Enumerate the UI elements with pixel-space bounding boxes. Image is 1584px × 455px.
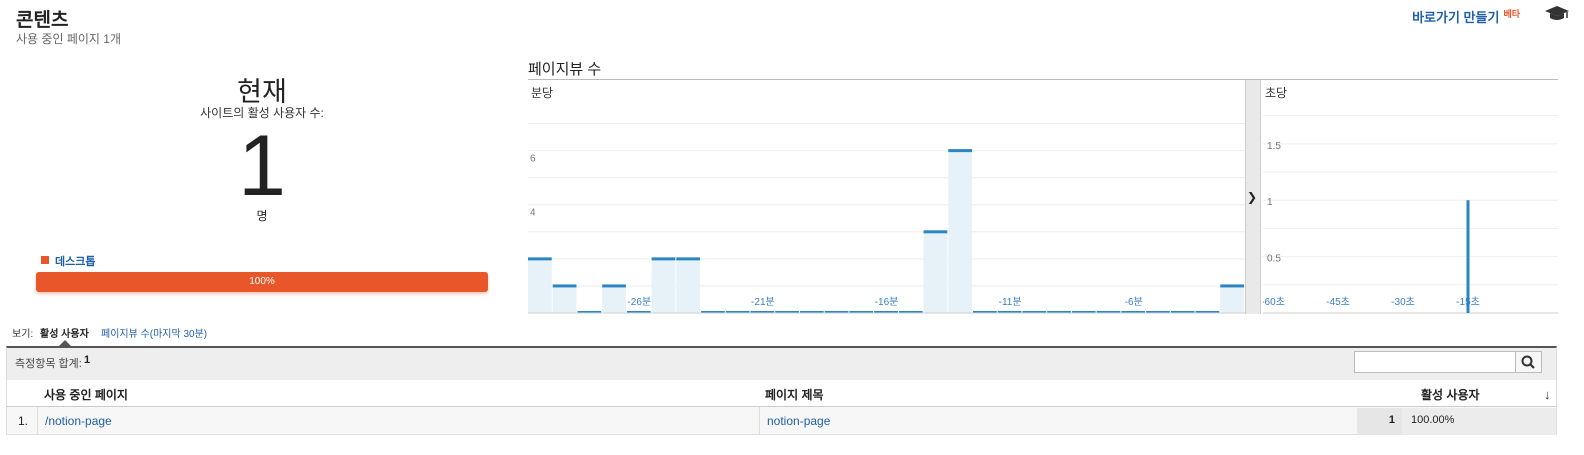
column-header-page[interactable]: 사용 중인 페이지 xyxy=(44,386,128,403)
page-subtitle: 사용 중인 페이지 1개 xyxy=(16,32,121,46)
graduation-cap-icon[interactable] xyxy=(1544,4,1570,22)
page-title: 콘텐츠 xyxy=(16,10,69,31)
summary-bar xyxy=(6,346,1557,380)
bar xyxy=(923,231,948,313)
row-cell-divider xyxy=(759,407,760,435)
search-input[interactable] xyxy=(1354,351,1516,373)
search-icon xyxy=(1521,355,1535,369)
bar xyxy=(602,285,626,313)
summary-value: 1 xyxy=(84,354,91,366)
view-label: 보기: xyxy=(12,329,34,340)
y-tick-label: 1.5 xyxy=(1267,141,1281,152)
shortcut-label: 바로가기 만들기 xyxy=(1412,10,1500,25)
x-tick-label: -26분 xyxy=(627,296,651,308)
search-button[interactable] xyxy=(1515,351,1542,373)
per-minute-label: 분당 xyxy=(531,86,554,100)
column-header-title[interactable]: 페이지 제목 xyxy=(765,386,824,403)
x-tick-label: -15초 xyxy=(1456,296,1480,308)
active-user-count: 1 xyxy=(238,118,286,214)
summary-label: 측정항목 합계: xyxy=(15,358,82,370)
x-tick-label: -30초 xyxy=(1391,296,1415,308)
row-number: 1. xyxy=(18,414,29,428)
y-tick-label: 0.5 xyxy=(1267,254,1281,265)
row-users-value: 1 xyxy=(1388,414,1395,426)
chevron-right-icon[interactable]: ❯ xyxy=(1247,190,1257,204)
per-minute-chart: 246-26분-21분-16분-11분-6분-1분 xyxy=(528,123,1245,314)
view-option-active-users[interactable]: 활성 사용자 xyxy=(40,325,89,340)
x-tick-label: -16분 xyxy=(875,296,899,308)
count-unit: 명 xyxy=(256,209,268,223)
bar-top xyxy=(1220,284,1244,288)
column-header-active-users[interactable]: 활성 사용자 xyxy=(1421,386,1480,403)
bar-top xyxy=(676,257,701,261)
per-second-chart: 0.5 1 1.5 -60초 -45초 -30초 -15초 xyxy=(1263,115,1558,314)
x-tick-label: -60초 xyxy=(1263,296,1285,308)
row-users-percent: 100.00% xyxy=(1411,414,1455,426)
row-cell-divider xyxy=(37,407,38,435)
bar-top xyxy=(651,257,676,261)
pageviews-title: 페이지뷰 수 xyxy=(528,61,602,78)
bar xyxy=(1220,285,1244,313)
y-tick-label: 1 xyxy=(1267,197,1273,208)
x-tick-label: -21분 xyxy=(751,296,775,308)
view-option-pageviews[interactable]: 페이지뷰 수(마지막 30분) xyxy=(101,325,207,340)
row-title-link[interactable]: notion-page xyxy=(767,414,830,428)
bar-top xyxy=(552,284,577,288)
bar-top xyxy=(948,149,973,153)
bar xyxy=(948,150,973,313)
desktop-legend-swatch xyxy=(41,256,49,264)
row-page-link[interactable]: /notion-page xyxy=(45,414,112,428)
arrow-down-icon[interactable]: ↓ xyxy=(1544,387,1551,402)
bar xyxy=(552,285,577,313)
beta-badge: 베타 xyxy=(1503,9,1520,19)
create-shortcut-link[interactable]: 바로가기 만들기 베타 xyxy=(1412,7,1520,26)
bar-top xyxy=(923,230,948,234)
y-tick-label: 6 xyxy=(530,154,536,165)
x-tick-label: -45초 xyxy=(1326,296,1350,308)
desktop-legend-label[interactable]: 데스크톱 xyxy=(55,253,95,269)
device-share-percent: 100% xyxy=(249,276,275,287)
bar xyxy=(651,258,676,313)
bar-top xyxy=(528,257,552,261)
bar xyxy=(676,258,701,313)
bar-top xyxy=(602,284,626,288)
bar xyxy=(528,258,552,313)
x-tick-label: -11분 xyxy=(999,296,1022,308)
x-tick-label: -6분 xyxy=(1125,296,1143,308)
y-tick-label: 4 xyxy=(530,208,536,219)
per-second-label: 초당 xyxy=(1265,86,1288,100)
